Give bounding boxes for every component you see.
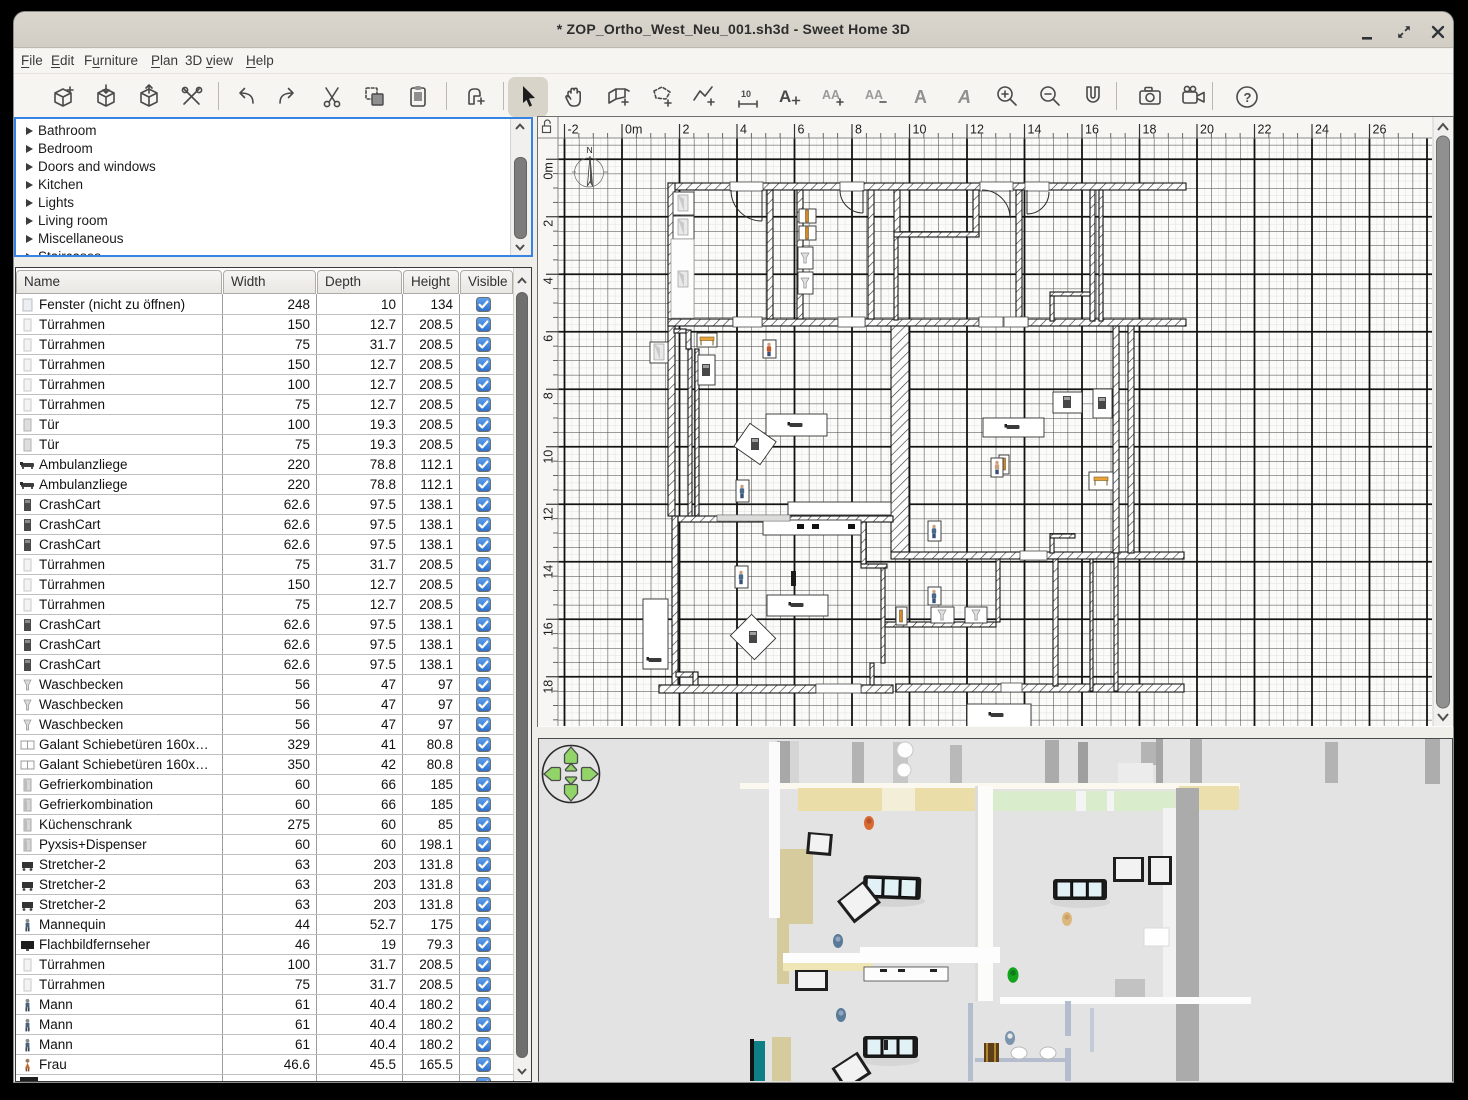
svg-text:N: N (587, 145, 593, 155)
svg-text:24: 24 (1315, 123, 1329, 137)
svg-text:14: 14 (1028, 123, 1042, 137)
svg-text:2: 2 (683, 123, 690, 137)
svg-text:4: 4 (740, 123, 747, 137)
svg-text:6: 6 (798, 123, 805, 137)
svg-text:A: A (914, 87, 927, 107)
svg-text:12: 12 (970, 123, 984, 137)
svg-text:A: A (957, 87, 971, 107)
svg-text:0m: 0m (625, 123, 642, 137)
svg-text:10: 10 (741, 89, 751, 99)
svg-text:10: 10 (913, 123, 927, 137)
svg-text:2: 2 (542, 220, 556, 227)
svg-text:4: 4 (542, 277, 556, 284)
svg-text:0m: 0m (542, 162, 556, 179)
svg-text:26: 26 (1373, 123, 1387, 137)
svg-text:?: ? (1244, 90, 1252, 105)
svg-text:-2: -2 (568, 123, 579, 137)
svg-text:22: 22 (1258, 123, 1272, 137)
svg-text:8: 8 (855, 123, 862, 137)
svg-text:8: 8 (542, 392, 556, 399)
svg-text:16: 16 (1085, 123, 1099, 137)
svg-text:AA: AA (865, 88, 883, 102)
svg-text:18: 18 (1143, 123, 1157, 137)
svg-text:20: 20 (1200, 123, 1214, 137)
svg-text:AA: AA (822, 88, 840, 102)
svg-text:A: A (779, 87, 791, 106)
svg-text:6: 6 (542, 335, 556, 342)
